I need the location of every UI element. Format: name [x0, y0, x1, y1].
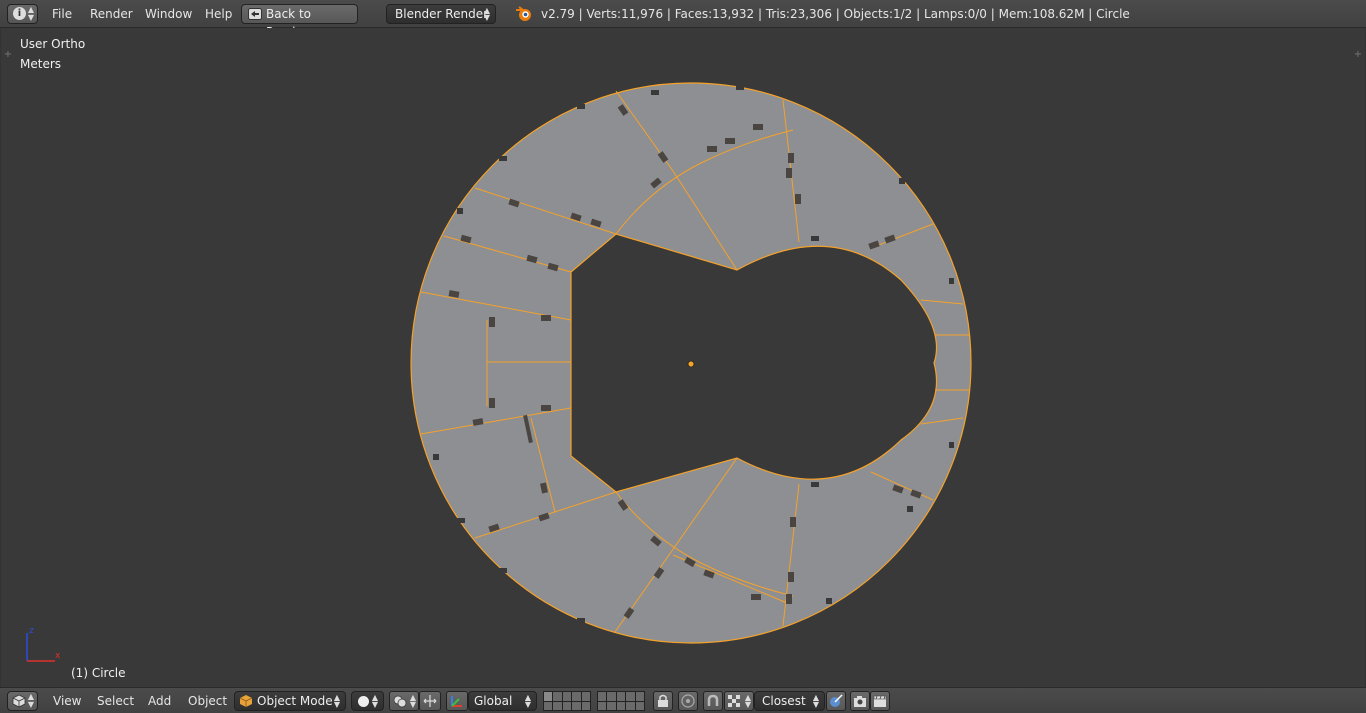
- menu-view[interactable]: View: [53, 694, 81, 708]
- layer-button[interactable]: [562, 692, 572, 701]
- layer-button[interactable]: [598, 692, 607, 701]
- mesh-canvas[interactable]: z x: [1, 28, 1366, 687]
- transform-orientation-label: Global: [474, 694, 513, 708]
- axis-manipulator-icon: [451, 696, 462, 707]
- 3d-view-header: ▲ ▼ View Select Add Object Object Mode ▲ ▼…: [0, 687, 1366, 713]
- chevron-updown-icon: ▲ ▼: [524, 693, 531, 709]
- blender-logo-icon: [516, 6, 531, 21]
- layer-button[interactable]: [572, 692, 581, 701]
- object-origin[interactable]: [687, 360, 695, 368]
- editor-type-selector[interactable]: i ▲ ▼: [7, 4, 38, 24]
- axis-label-x: x: [55, 651, 61, 661]
- layer-buttons-1[interactable]: [543, 691, 591, 711]
- chevron-updown-icon: ▲ ▼: [409, 693, 416, 709]
- layer-button[interactable]: [553, 692, 562, 701]
- lock-icon: [658, 694, 668, 707]
- menu-object[interactable]: Object: [188, 694, 227, 708]
- axis-label-z: z: [29, 626, 34, 636]
- menu-window[interactable]: Window: [145, 7, 192, 21]
- layer-button[interactable]: [635, 701, 644, 710]
- render-engine-dropdown[interactable]: Blender Render ▲ ▼: [386, 4, 496, 24]
- magnet-icon: [707, 694, 719, 706]
- snap-toggle-button[interactable]: [703, 691, 723, 711]
- snap-align-rotation-button[interactable]: [826, 691, 846, 711]
- layer-button[interactable]: [616, 701, 626, 710]
- layer-button[interactable]: [581, 701, 590, 710]
- layer-button[interactable]: [607, 692, 616, 701]
- editor-type-selector-3d[interactable]: ▲ ▼: [7, 691, 38, 711]
- pivot-icon: [393, 695, 407, 708]
- snap-element-dropdown[interactable]: ▲ ▼: [724, 691, 754, 711]
- opengl-render-animation-button[interactable]: [870, 691, 890, 711]
- 3d-viewport[interactable]: User Ortho Meters + + z x (1) Circle: [0, 28, 1366, 687]
- lock-layers-button[interactable]: [653, 691, 673, 711]
- layer-button[interactable]: [626, 692, 635, 701]
- shading-solid-icon: [358, 696, 369, 707]
- layer-button[interactable]: [544, 692, 553, 701]
- chevron-updown-icon: ▲ ▼: [812, 693, 819, 709]
- scene-stats: v2.79 | Verts:11,976 | Faces:13,932 | Tr…: [541, 7, 1130, 21]
- snap-increment-icon: [728, 695, 740, 707]
- transform-manipulator-button[interactable]: [446, 691, 468, 711]
- layer-button[interactable]: [635, 692, 644, 701]
- chevron-updown-icon: ▲ ▼: [483, 6, 490, 22]
- layer-button[interactable]: [598, 701, 607, 710]
- chevron-updown-icon: ▲ ▼: [27, 5, 34, 22]
- proportional-editing-button[interactable]: [678, 691, 698, 711]
- axis-gizmo: z x: [26, 626, 61, 662]
- menu-add[interactable]: Add: [148, 694, 171, 708]
- snap-target-label: Closest: [762, 694, 806, 708]
- chevron-updown-icon: ▲ ▼: [744, 693, 751, 709]
- manipulator-toggle[interactable]: [419, 691, 441, 711]
- render-engine-label: Blender Render: [395, 7, 489, 21]
- menu-select[interactable]: Select: [97, 694, 134, 708]
- interaction-mode-label: Object Mode: [257, 694, 333, 708]
- layer-button[interactable]: [544, 701, 553, 710]
- manipulator-icon: [423, 695, 437, 707]
- viewport-shading-dropdown[interactable]: ▲ ▼: [351, 691, 384, 711]
- layer-button[interactable]: [553, 701, 562, 710]
- object-mode-icon: [240, 695, 252, 707]
- pivot-point-dropdown[interactable]: ▲ ▼: [389, 691, 419, 711]
- layer-button[interactable]: [607, 701, 616, 710]
- chevron-updown-icon: ▲ ▼: [27, 692, 34, 709]
- back-to-previous-button[interactable]: Back to Previous: [241, 4, 358, 39]
- layer-button[interactable]: [581, 692, 590, 701]
- camera-icon: [854, 696, 866, 707]
- interaction-mode-dropdown[interactable]: Object Mode ▲ ▼: [234, 691, 346, 711]
- layer-button[interactable]: [572, 701, 581, 710]
- active-object-label: (1) Circle: [71, 666, 126, 680]
- chevron-updown-icon: ▲ ▼: [333, 693, 340, 709]
- clapperboard-icon: [873, 695, 887, 707]
- layer-buttons-2[interactable]: [597, 691, 645, 711]
- info-header: i ▲▼ File Render Window Help Back to Pre…: [0, 0, 1366, 39]
- menu-render[interactable]: Render: [90, 7, 133, 21]
- snap-target-dropdown[interactable]: Closest ▲ ▼: [754, 691, 825, 711]
- info-icon: i: [13, 7, 26, 20]
- back-arrow-icon: [248, 8, 262, 20]
- align-rotation-icon: [830, 694, 843, 707]
- menu-help[interactable]: Help: [205, 7, 232, 21]
- chevron-updown-icon: ▲ ▼: [371, 693, 378, 709]
- transform-orientation-dropdown[interactable]: Global ▲ ▼: [468, 691, 537, 711]
- layer-button[interactable]: [562, 701, 572, 710]
- opengl-render-image-button[interactable]: [850, 691, 870, 711]
- cube-view-icon: [12, 694, 26, 708]
- layer-button[interactable]: [616, 692, 626, 701]
- layer-button[interactable]: [626, 701, 635, 710]
- proportional-edit-icon: [681, 694, 695, 708]
- menu-file[interactable]: File: [52, 7, 72, 21]
